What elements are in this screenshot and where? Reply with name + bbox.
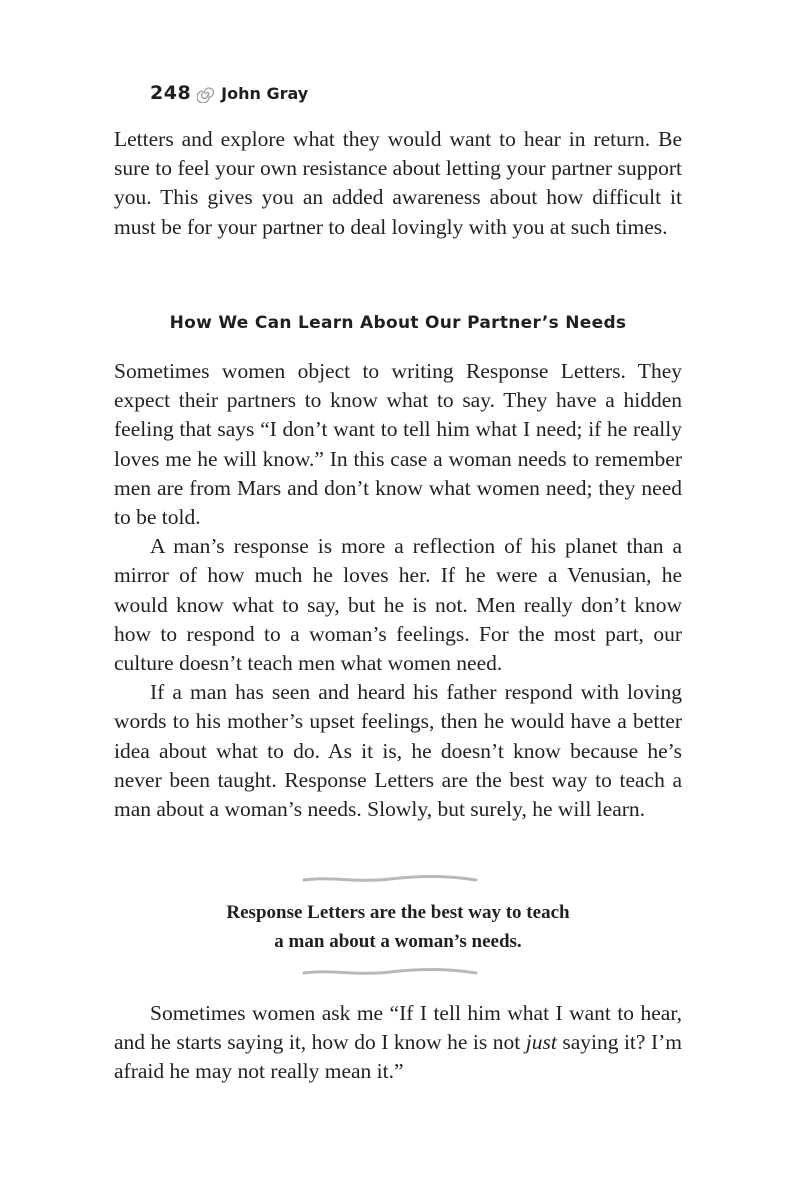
section-heading: How We Can Learn About Our Partner’s Nee…	[169, 313, 627, 333]
page-number: 248	[150, 82, 192, 104]
section-paragraph-2: A man’s response is more a reflection of…	[114, 534, 682, 676]
pullquote-line-1: Response Letters are the best way to tea…	[226, 902, 570, 923]
spiral-icon	[196, 85, 215, 104]
intro-paragraph-block: Letters and explore what they would want…	[114, 125, 682, 242]
author-name: John Gray	[221, 83, 309, 103]
section-paragraph-3: If a man has seen and heard his father r…	[114, 680, 682, 822]
pullquote: Response Letters are the best way to tea…	[114, 899, 682, 956]
closing-emphasis: just	[525, 1030, 557, 1055]
closing-paragraph: Sometimes women ask me “If I tell him wh…	[114, 999, 682, 1087]
intro-paragraph: Letters and explore what they would want…	[114, 127, 682, 239]
running-header: 248 John Gray	[150, 80, 308, 106]
pullquote-line-2: a man about a woman’s needs.	[274, 930, 522, 952]
closing-paragraph-block: Sometimes women ask me “If I tell him wh…	[114, 999, 682, 1087]
pullquote-bottom-rule	[302, 967, 478, 975]
section-body: Sometimes women object to writing Respon…	[114, 357, 682, 824]
book-page: 248 John Gray Letters and explore what t…	[0, 0, 797, 1200]
pullquote-top-rule	[302, 874, 478, 882]
section-paragraph-1: Sometimes women object to writing Respon…	[114, 359, 682, 530]
